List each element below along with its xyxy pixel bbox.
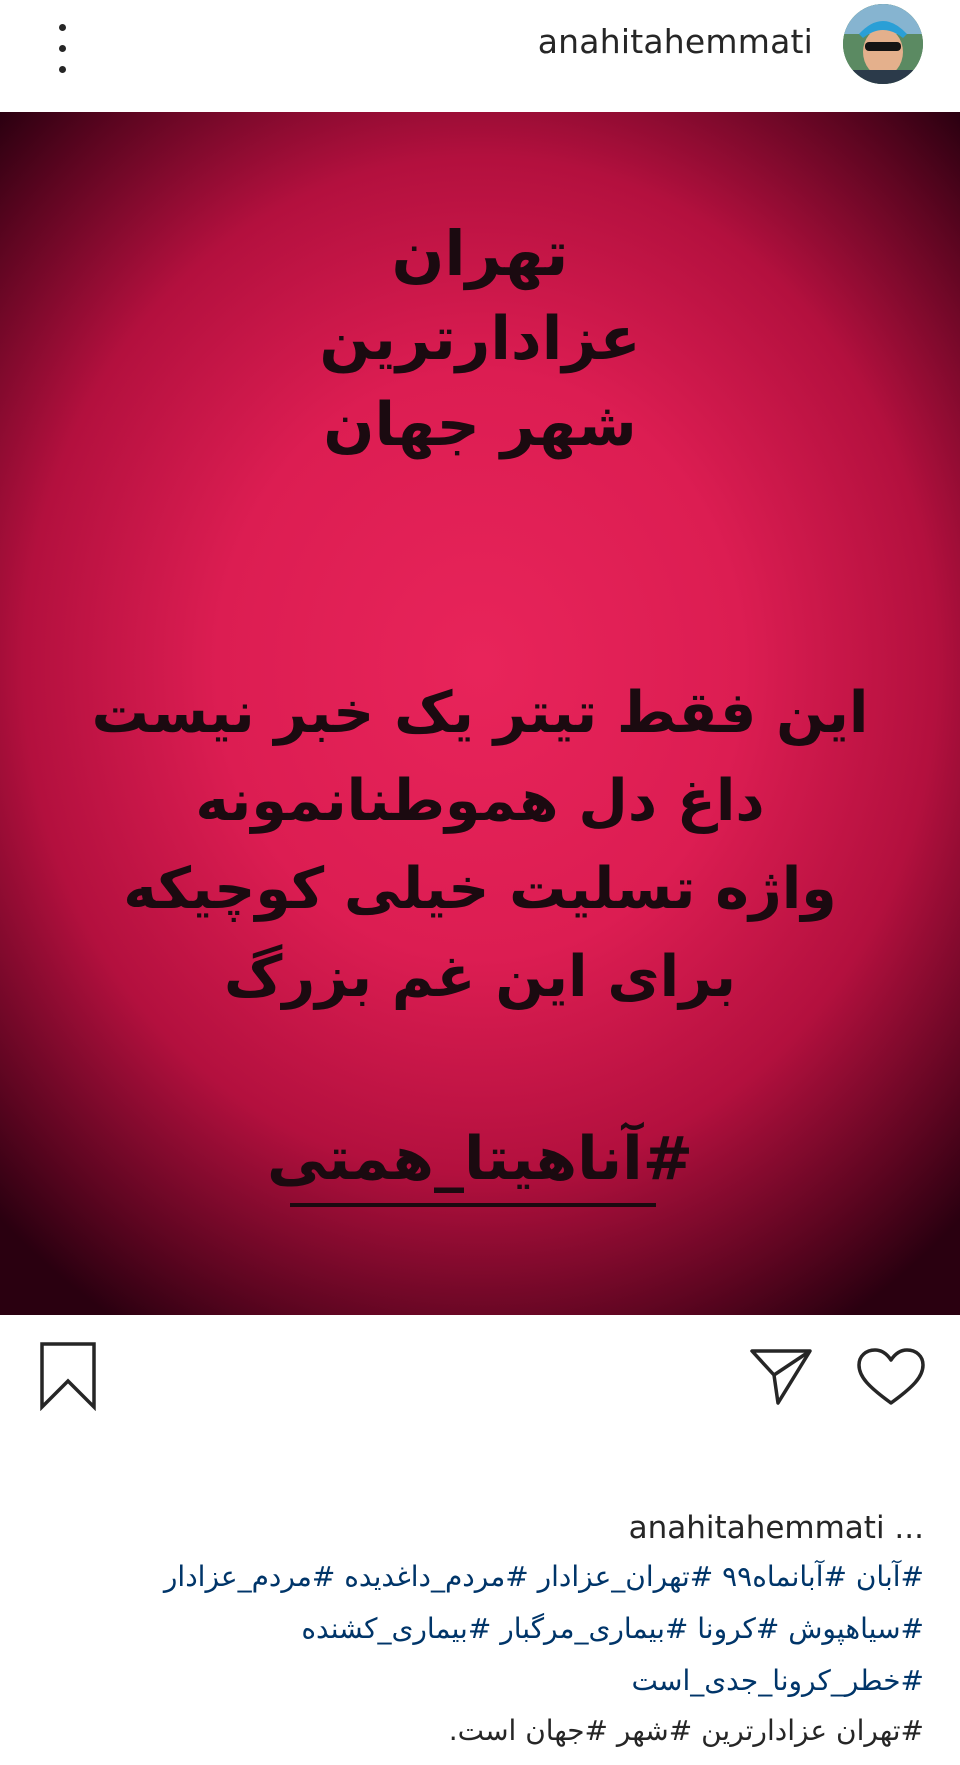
caption-text: #تهران عزادارترین #شهر #جهان است. [448, 1714, 924, 1747]
post-header: anahitahemmati [0, 0, 960, 113]
header-username[interactable]: anahitahemmati [538, 22, 813, 61]
post-text-line: داغ دل هموطنانمونه [195, 768, 765, 834]
post-text-line: برای این غم بزرگ [223, 944, 737, 1010]
bookmark-icon[interactable] [38, 1341, 98, 1412]
post-image[interactable]: تهران عزادارترین شهر جهان این فقط تیتر ی… [0, 112, 960, 1315]
post-text-line: شهر جهان [323, 390, 637, 460]
heart-icon[interactable] [855, 1347, 927, 1407]
paper-plane-icon[interactable] [748, 1345, 814, 1407]
post-hashtag-line: #آناهیتا_همتی [266, 1124, 694, 1194]
caption-hashtags[interactable]: #آبان #آبانماه۹۹ #تهران_عزادار #مردم_داغ… [24, 1560, 924, 1593]
caption-username[interactable]: anahitahemmati ... [629, 1510, 924, 1546]
more-vertical-icon-dot [59, 66, 66, 73]
avatar-icon[interactable] [843, 4, 923, 84]
more-options-button[interactable] [44, 18, 80, 78]
avatar-image [843, 4, 923, 84]
action-bar [0, 1315, 960, 1445]
post-text-line: عزادارترین [319, 304, 641, 374]
post-text-line: این فقط تیتر یک خبر نیست [91, 680, 869, 746]
more-vertical-icon-dot [59, 45, 66, 52]
caption-hashtags[interactable]: #خطر_کرونا_جدی_است [24, 1664, 924, 1697]
post-caption: anahitahemmati ... #آبان #آبانماه۹۹ #تهر… [0, 1500, 960, 1765]
post-text-line: واژه تسلیت خیلی کوچیکه [123, 856, 837, 922]
caption-hashtags[interactable]: #سیاهپوش #کرونا #بیماری_مرگبار #بیماری_ک… [24, 1612, 924, 1645]
hashtag-underline [290, 1203, 656, 1207]
post-text-line: تهران [391, 217, 569, 290]
more-vertical-icon [59, 24, 66, 31]
